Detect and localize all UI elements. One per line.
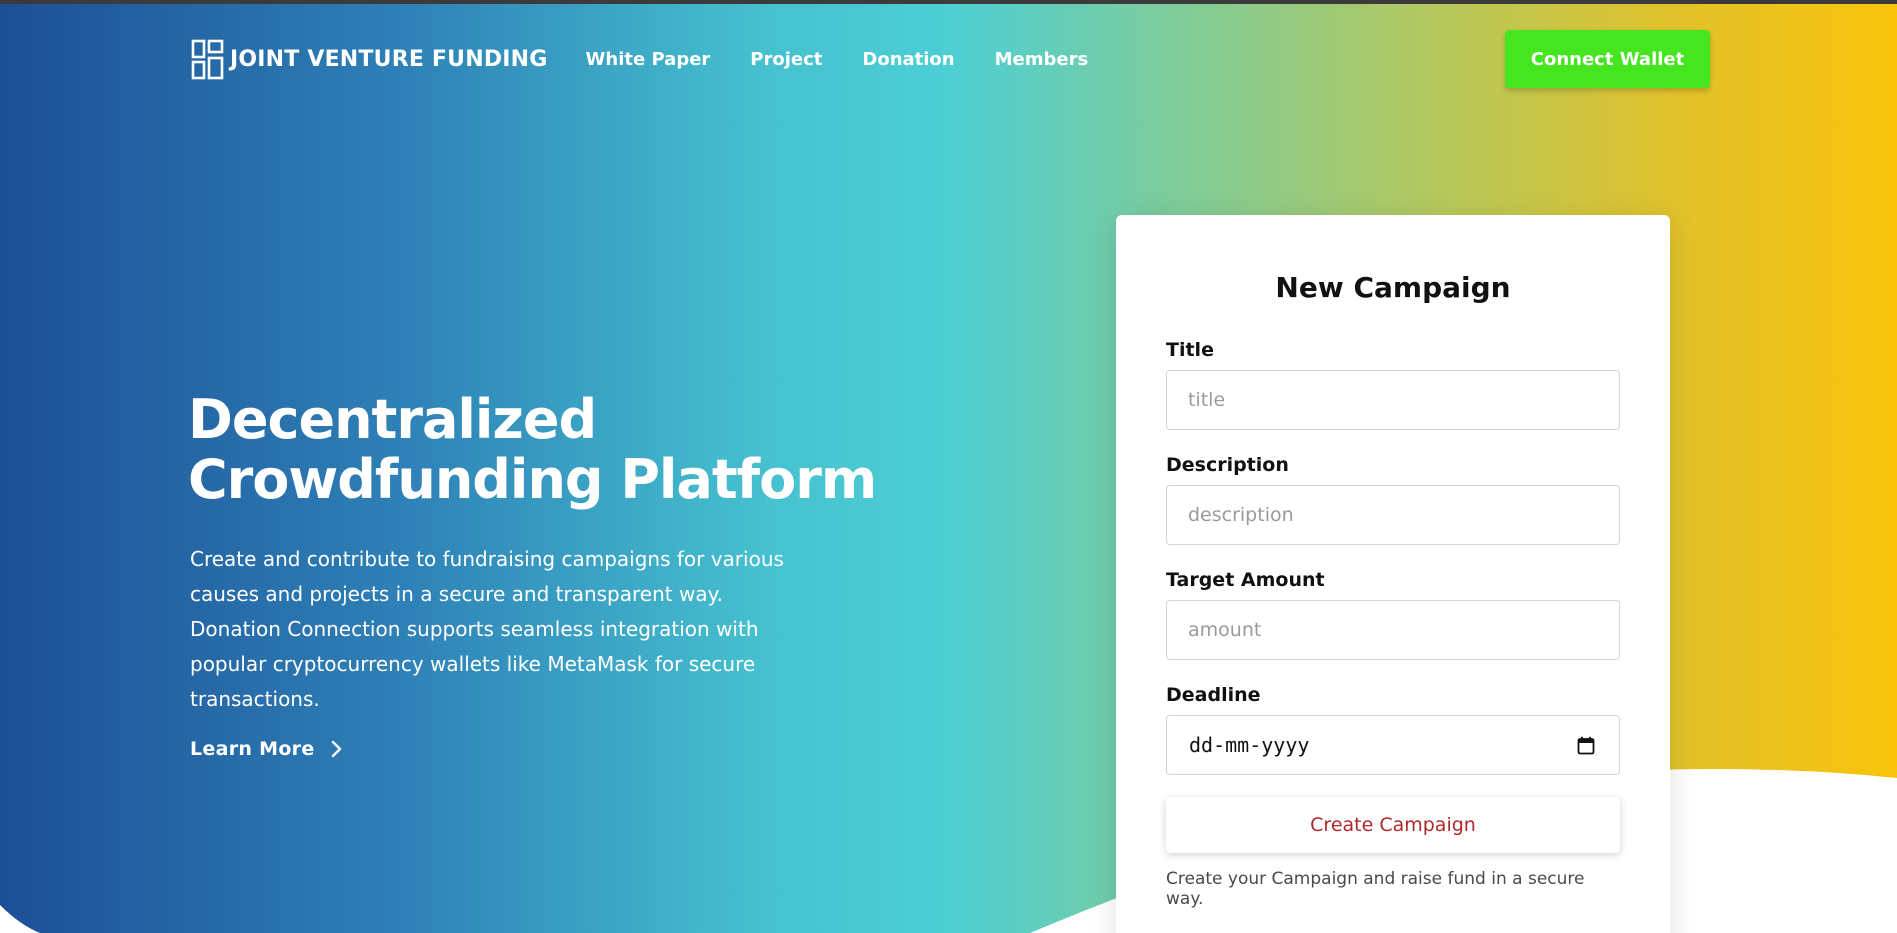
description-label: Description bbox=[1166, 454, 1289, 476]
title-input[interactable] bbox=[1166, 370, 1620, 430]
deadline-date-input[interactable]: dd-mm-yyyy bbox=[1166, 715, 1620, 775]
deadline-label: Deadline bbox=[1166, 684, 1261, 706]
description-input[interactable] bbox=[1166, 485, 1620, 545]
hero-title: Decentralized Crowdfunding Platform bbox=[188, 390, 908, 510]
nav-link-project[interactable]: Project bbox=[750, 49, 822, 70]
create-campaign-button[interactable]: Create Campaign bbox=[1166, 797, 1620, 853]
learn-more-link[interactable]: Learn More bbox=[190, 738, 343, 760]
deadline-placeholder: dd-mm-yyyy bbox=[1189, 733, 1310, 757]
new-campaign-card: New Campaign Title Description Target Am… bbox=[1116, 215, 1670, 933]
nav-link-white-paper[interactable]: White Paper bbox=[586, 49, 711, 70]
chevron-right-icon bbox=[331, 740, 341, 758]
calendar-icon[interactable] bbox=[1577, 736, 1595, 755]
page: JOINT VENTURE FUNDING White Paper Projec… bbox=[0, 0, 1897, 933]
hero-description: Create and contribute to fundraising cam… bbox=[190, 547, 784, 711]
title-label: Title bbox=[1166, 339, 1214, 361]
target-amount-label: Target Amount bbox=[1166, 569, 1325, 591]
nav-link-members[interactable]: Members bbox=[995, 49, 1089, 70]
hero-title-line-1: Decentralized bbox=[188, 388, 597, 451]
brand[interactable]: JOINT VENTURE FUNDING bbox=[190, 37, 548, 81]
target-amount-input[interactable] bbox=[1166, 600, 1620, 660]
hero-title-line-2: Crowdfunding Platform bbox=[188, 448, 877, 511]
learn-more-label: Learn More bbox=[190, 738, 315, 760]
nav-links: White Paper Project Donation Members bbox=[586, 49, 1129, 70]
navbar: JOINT VENTURE FUNDING White Paper Projec… bbox=[190, 28, 1710, 90]
connect-wallet-button[interactable]: Connect Wallet bbox=[1505, 30, 1710, 88]
card-title: New Campaign bbox=[1275, 271, 1511, 304]
card-note: Create your Campaign and raise fund in a… bbox=[1166, 869, 1585, 909]
grid-logo-icon bbox=[191, 39, 224, 80]
brand-name: JOINT VENTURE FUNDING bbox=[230, 46, 548, 72]
nav-link-donation[interactable]: Donation bbox=[862, 49, 954, 70]
